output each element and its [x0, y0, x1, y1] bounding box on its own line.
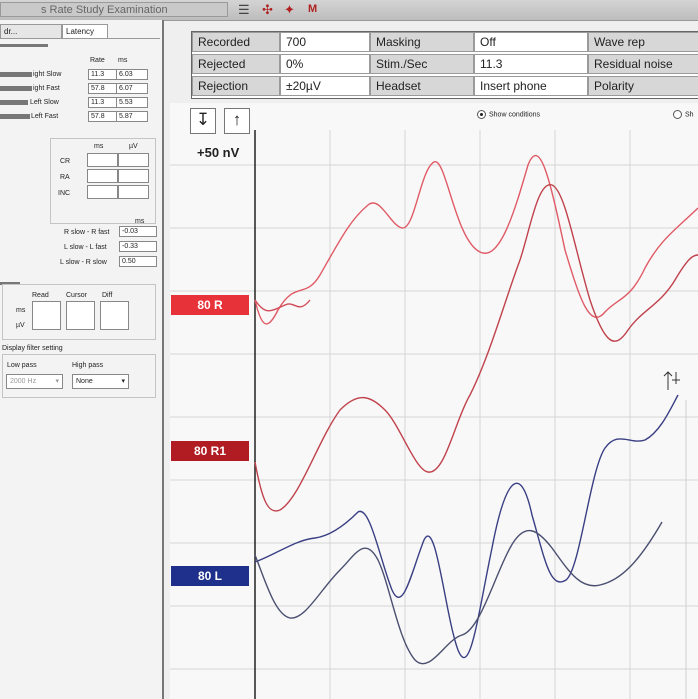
channel-label-80-r[interactable]: 80 R — [171, 295, 249, 315]
scale-label: +50 nV — [197, 145, 240, 160]
radio-unselected-icon — [673, 110, 682, 119]
radio-selected-icon — [477, 110, 486, 119]
trace-80-r-a — [254, 154, 698, 325]
trace-80-r-b — [254, 299, 311, 312]
channel-label-80-l[interactable]: 80 L — [171, 566, 249, 586]
scale-up-button[interactable]: ↑ — [224, 108, 250, 134]
grid — [170, 130, 698, 699]
channel-label-80-r1[interactable]: 80 R1 — [171, 441, 249, 461]
show-conditions-radio[interactable]: Show conditions — [477, 110, 540, 120]
cursor-marker-icon — [663, 371, 680, 390]
waveform-plot[interactable] — [0, 0, 698, 699]
other-option-label: Sh — [685, 111, 694, 119]
trace-80-l-a — [254, 394, 679, 659]
trace-80-r1 — [254, 184, 698, 512]
show-conditions-label: Show conditions — [489, 111, 540, 119]
other-radio[interactable]: Sh — [673, 110, 694, 120]
scale-down-button[interactable]: ↧ — [190, 108, 216, 134]
